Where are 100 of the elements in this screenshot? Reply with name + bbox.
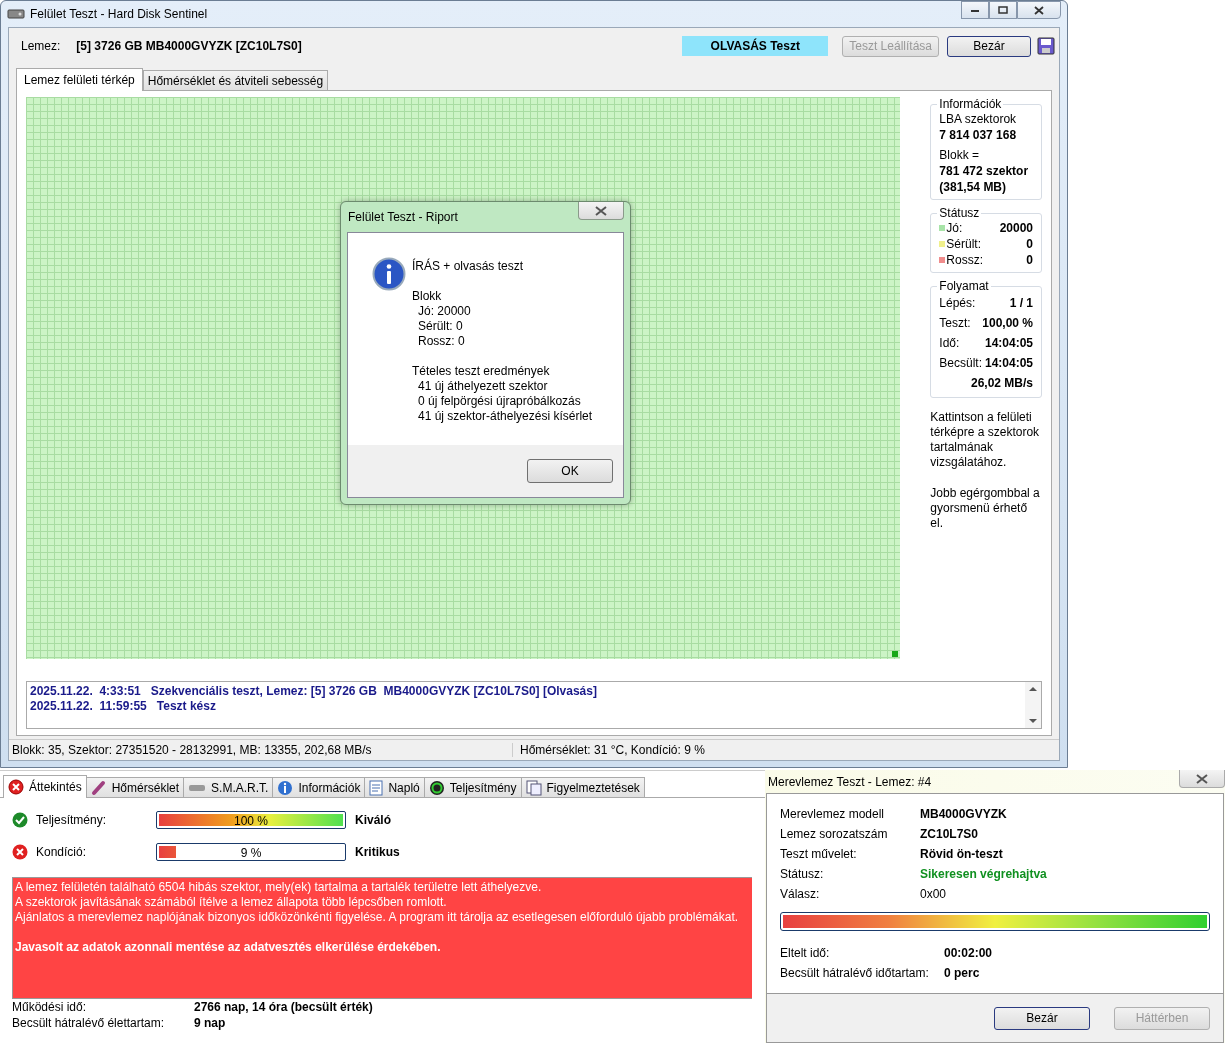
ok-button[interactable]: OK: [527, 459, 613, 483]
tab[interactable]: Figyelmeztetések: [520, 777, 645, 797]
meter-verdict: Kritikus: [355, 845, 400, 859]
info-icon: [277, 779, 294, 796]
group-title: Információk: [938, 97, 1003, 111]
field-label: Válasz:: [780, 886, 821, 904]
tab[interactable]: Teljesítmény: [423, 777, 522, 797]
hint-text: Kattintson a felületi térképre a szektorok tartalmának vizsgálatához.: [930, 410, 1041, 470]
info-value: 7 814 037 168: [939, 127, 1018, 143]
status-text: Hőmérséklet: 31 °C, Kondíció: 9 %: [519, 743, 705, 757]
info-label: LBA szektorok: [939, 111, 1018, 127]
field-value: 0 perc: [944, 965, 980, 983]
field-value: 00:02:00: [944, 945, 993, 963]
close-button[interactable]: [1179, 770, 1225, 788]
meter-reading: 9 %: [239, 846, 263, 860]
log-entry: 2025.11.22. 4:33:51 Szekvenciális teszt, Lemez: [5] 3726 GB MB4000GVYZK [ZC10L7S0] [Olvasás]: [30, 684, 598, 699]
field-label: Státusz:: [780, 866, 825, 884]
info-value: (381,54 MB): [939, 179, 1008, 195]
progress-value: 14:04:05: [984, 355, 1033, 372]
group-title: Státusz: [938, 206, 981, 220]
report-line: Jó: 20000: [417, 304, 472, 319]
report-line: 0 új felpörgési újrapróbálkozás: [417, 394, 582, 409]
status-text: Blokk: 35, Szektor: 27351520 - 28132991, MB: 13355, 202,68 MB/s: [9, 743, 513, 757]
status-value: 0: [1026, 252, 1033, 268]
report-heading: ÍRÁS + olvasás teszt: [412, 259, 525, 274]
field-label: Teszt művelet:: [780, 846, 858, 864]
info-label: Blokk =: [939, 147, 981, 163]
progress-label: Teszt:: [939, 315, 971, 332]
close-button[interactable]: Bezár: [947, 35, 1031, 57]
progress-label: Idő:: [939, 335, 960, 352]
close-icon: [1196, 773, 1208, 784]
field-value: Rövid ön-teszt: [920, 846, 1003, 864]
field-value: ZC10L7S0: [920, 826, 979, 844]
group-title: Folyamat: [938, 279, 990, 293]
status-label: Sérült:: [946, 236, 982, 252]
status-label: Jó:: [946, 220, 963, 236]
pages-icon: [525, 779, 542, 796]
meter-reading: 100 %: [233, 814, 269, 828]
progress-value: 14:04:05: [984, 335, 1033, 352]
field-value: MB4000GVYZK: [920, 806, 1007, 824]
close-icon: [1034, 5, 1044, 15]
field-value: Sikeresen végrehajtva: [920, 866, 1047, 884]
tab[interactable]: Áttekintés: [3, 775, 87, 798]
meter-label: Kondíció:: [36, 845, 88, 859]
disk-label: Lemez:: [21, 39, 61, 53]
field-label: Merevlemez modell: [780, 806, 886, 824]
alert-recommendation: Javasolt az adatok azonnali mentése az adatvesztés elkerülése érdekében.: [15, 940, 442, 955]
section-title: Tételes teszt eredmények: [412, 364, 551, 379]
status-value: 0: [1026, 236, 1033, 252]
detail-label: Működési idő:: [12, 999, 88, 1015]
tab[interactable]: Napló: [364, 777, 425, 797]
progress-value: 100,00 %: [982, 315, 1033, 332]
detail-value: 9 nap: [194, 1015, 226, 1031]
status-label: Rossz:: [946, 252, 984, 268]
save-icon[interactable]: [1037, 37, 1055, 55]
speed-value: 26,02 MB/s: [970, 375, 1033, 392]
info-value: 781 472 szektor: [939, 163, 1030, 179]
alert-text: Ajánlatos a merevlemez naplójának bizonyos időközönkénti figyelése. A program itt tárolja az esetlegesen előforduló újabb problémákat.: [15, 910, 740, 925]
maximize-icon: [998, 6, 1008, 14]
info-icon: [372, 257, 406, 291]
maximize-button[interactable]: [989, 1, 1017, 19]
minimize-icon: [970, 7, 980, 13]
error-icon: [8, 779, 24, 795]
dialog-title: Merevlemez Teszt - Lemez: #4: [768, 774, 932, 789]
report-line: 41 új szektor-áthelyezési kísérlet: [417, 409, 593, 424]
progress-label: Becsült:: [939, 355, 983, 372]
field-value: 0x00: [920, 886, 947, 904]
report-line: 41 új áthelyezett szektor: [417, 379, 549, 394]
tab[interactable]: Hőmérséklet: [85, 777, 185, 797]
document-icon: [369, 779, 384, 796]
disk-name: [5] 3726 GB MB4000GVYZK [ZC10L7S0]: [76, 39, 302, 53]
test-mode-label: OLVASÁS Teszt: [682, 36, 829, 56]
tab[interactable]: Lemez felületi térkép: [16, 68, 143, 91]
log-entry: 2025.11.22. 11:59:55 Teszt kész: [30, 699, 217, 714]
alert-text: A lemez felületén található 6504 hibás szektor, mely(ek) tartalma a tartalék területre lett áthelyezve.: [15, 880, 543, 895]
scrollbar[interactable]: [1025, 682, 1041, 728]
tab[interactable]: Hőmérséklet és átviteli sebesség: [142, 70, 329, 90]
field-label: Lemez sorozatszám: [780, 826, 889, 844]
close-button[interactable]: [1017, 1, 1061, 19]
section-title: Blokk: [412, 289, 443, 304]
meter-verdict: Kiváló: [355, 813, 391, 827]
scroll-up-icon[interactable]: [1029, 686, 1037, 692]
meter-label: Teljesítmény:: [36, 813, 108, 827]
close-button[interactable]: Bezár: [994, 1006, 1090, 1030]
close-button[interactable]: [578, 202, 624, 220]
dialog-title: Felület Teszt - Riport: [348, 210, 458, 224]
minimize-button[interactable]: [961, 1, 989, 19]
detail-value: 2766 nap, 14 óra (becsült érték): [194, 999, 373, 1015]
scroll-down-icon[interactable]: [1029, 718, 1037, 724]
close-icon: [595, 205, 607, 216]
alert-text: A szektorok javításának számából ítélve a lemez állapota több lépcsőben romlott.: [15, 895, 448, 910]
window-title: Felület Teszt - Hard Disk Sentinel: [30, 7, 208, 21]
field-label: Eltelt idő:: [780, 945, 831, 963]
field-label: Becsült hátralévő időtartam:: [780, 965, 930, 983]
report-line: Rossz: 0: [417, 334, 466, 349]
detail-label: Becsült hátralévő élettartam:: [12, 1015, 166, 1031]
progress-value: 1 / 1: [1009, 295, 1033, 312]
tab[interactable]: S.M.A.R.T.: [183, 777, 274, 797]
tab[interactable]: Információk: [272, 777, 366, 797]
status-value: 20000: [999, 220, 1033, 236]
